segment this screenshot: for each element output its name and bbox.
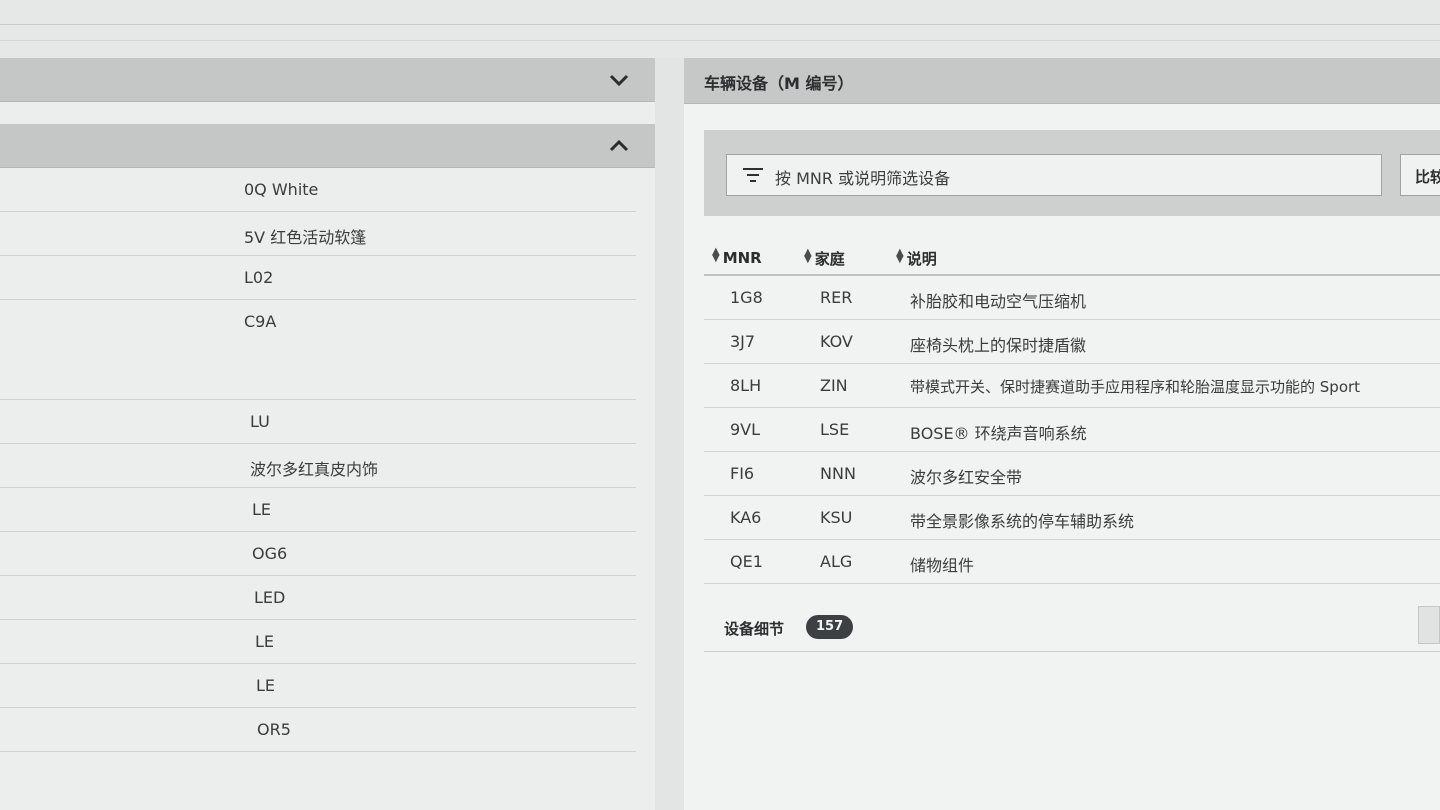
table-row[interactable]: 9VL LSE BOSE® 环绕声音响系统 [704, 408, 1440, 452]
list-item: LU [0, 400, 636, 444]
sort-icon[interactable]: ▲ ▼ [896, 248, 904, 265]
cell-mnr: 8LH [730, 376, 762, 395]
cell-mnr: 1G8 [730, 288, 763, 307]
list-item-value: LE [252, 500, 272, 519]
cell-family: LSE [820, 420, 850, 439]
list-item-value: 波尔多红真皮内饰 [250, 460, 379, 479]
list-item-value: OR5 [257, 720, 291, 739]
vehicle-equipment-panel: 车辆设备（M 编号） 按 MNR 或说明筛选设备 比较 ▲▼MNR ▲▼家庭 [684, 58, 1440, 810]
column-header-label: 说明 [906, 250, 937, 268]
cell-family: RER [820, 288, 853, 307]
cell-description: 补胎胶和电动空气压缩机 [910, 292, 1087, 311]
cell-family: KOV [820, 332, 853, 351]
list-item: 5V 红色活动软篷 [0, 212, 636, 256]
list-item: C9A [0, 300, 636, 400]
cell-mnr: QE1 [730, 552, 763, 571]
list-item-value: 0Q White [244, 180, 319, 199]
cell-description: 座椅头枕上的保时捷盾徽 [910, 336, 1087, 355]
list-item: 0Q White [0, 168, 636, 212]
cell-mnr: FI6 [730, 464, 755, 483]
cell-family: KSU [820, 508, 853, 527]
cell-mnr: 9VL [730, 420, 761, 439]
left-panel: 0Q White 5V 红色活动软篷 L02 C9A LU 波尔多红真皮内饰 L… [0, 58, 655, 810]
cell-mnr: KA6 [730, 508, 762, 527]
list-item: L02 [0, 256, 636, 300]
list-item-value: LE [256, 676, 276, 695]
top-strip [0, 0, 1440, 58]
compare-button-label: 比较 [1415, 168, 1440, 186]
cell-description: 储物组件 [910, 556, 975, 575]
chevron-down-icon[interactable] [607, 68, 631, 92]
cell-description: 带全景影像系统的停车辅助系统 [910, 512, 1135, 531]
list-item: OG6 [0, 532, 636, 576]
divider [0, 40, 1440, 41]
filter-icon [743, 168, 763, 182]
table-row[interactable]: 1G8 RER 补胎胶和电动空气压缩机 [704, 276, 1440, 320]
list-item-value: LED [254, 588, 286, 607]
list-item: LED [0, 576, 636, 620]
table-row[interactable]: 3J7 KOV 座椅头枕上的保时捷盾徽 [704, 320, 1440, 364]
cell-mnr: 3J7 [730, 332, 756, 351]
cell-description: 波尔多红安全带 [910, 468, 1023, 487]
panel-header: 车辆设备（M 编号） [684, 58, 1440, 104]
count-badge: 157 [806, 615, 854, 639]
column-header-family[interactable]: ▲ ▼ 家庭 [804, 248, 845, 269]
table-row[interactable]: KA6 KSU 带全景影像系统的停车辅助系统 [704, 496, 1440, 540]
accordion-header-collapsed[interactable] [0, 58, 655, 102]
sort-icon[interactable]: ▲ ▼ [712, 247, 720, 264]
cell-family: NNN [820, 464, 856, 483]
list-item: LE [0, 620, 636, 664]
chevron-up-icon[interactable] [607, 134, 631, 158]
list-item-value: OG6 [252, 544, 288, 563]
sort-icon[interactable]: ▲ ▼ [804, 248, 812, 265]
column-header-label: 家庭 [814, 250, 845, 268]
page: 0Q White 5V 红色活动软篷 L02 C9A LU 波尔多红真皮内饰 L… [0, 0, 1440, 810]
filter-input[interactable]: 按 MNR 或说明筛选设备 [726, 154, 1382, 196]
list-item: 波尔多红真皮内饰 [0, 444, 636, 488]
filter-bar: 按 MNR 或说明筛选设备 比较 [704, 130, 1440, 216]
table-row[interactable]: FI6 NNN 波尔多红安全带 [704, 452, 1440, 496]
details-label: 设备细节 [724, 620, 785, 638]
list-item-value: LE [255, 632, 275, 651]
column-header-description[interactable]: ▲ ▼ 说明 [896, 248, 937, 269]
cell-description: 带模式开关、保时捷赛道助手应用程序和轮胎温度显示功能的 Sport [910, 378, 1361, 396]
column-header-label: MNR [722, 249, 762, 267]
cell-description: BOSE® 环绕声音响系统 [910, 424, 1087, 443]
column-gutter [655, 58, 684, 810]
compare-button[interactable]: 比较 [1400, 154, 1440, 196]
list-item: LE [0, 664, 636, 708]
list-item-value: LU [250, 412, 270, 431]
list-item-value: 5V 红色活动软篷 [244, 228, 367, 247]
cell-family: ALG [820, 552, 853, 571]
list-item-value: L02 [244, 268, 274, 287]
column-header-mnr[interactable]: ▲ ▼ MNR [712, 247, 762, 268]
filter-placeholder: 按 MNR 或说明筛选设备 [775, 169, 951, 188]
table-header: ▲ ▼ MNR ▲ ▼ 家庭 ▲ ▼ 说明 [704, 238, 1440, 276]
panel-title: 车辆设备（M 编号） [704, 74, 854, 93]
accordion-header-expanded[interactable] [0, 124, 655, 168]
list-item: LE [0, 488, 636, 532]
divider [0, 24, 1440, 25]
equipment-details-row: 设备细节 157 [704, 606, 1440, 652]
details-button[interactable] [1418, 606, 1440, 644]
list-item: OR5 [0, 708, 636, 752]
table-row[interactable]: QE1 ALG 储物组件 [704, 540, 1440, 584]
list-item-value: C9A [244, 312, 277, 331]
cell-family: ZIN [820, 376, 848, 395]
table-row[interactable]: 8LH ZIN 带模式开关、保时捷赛道助手应用程序和轮胎温度显示功能的 Spor… [704, 364, 1440, 408]
